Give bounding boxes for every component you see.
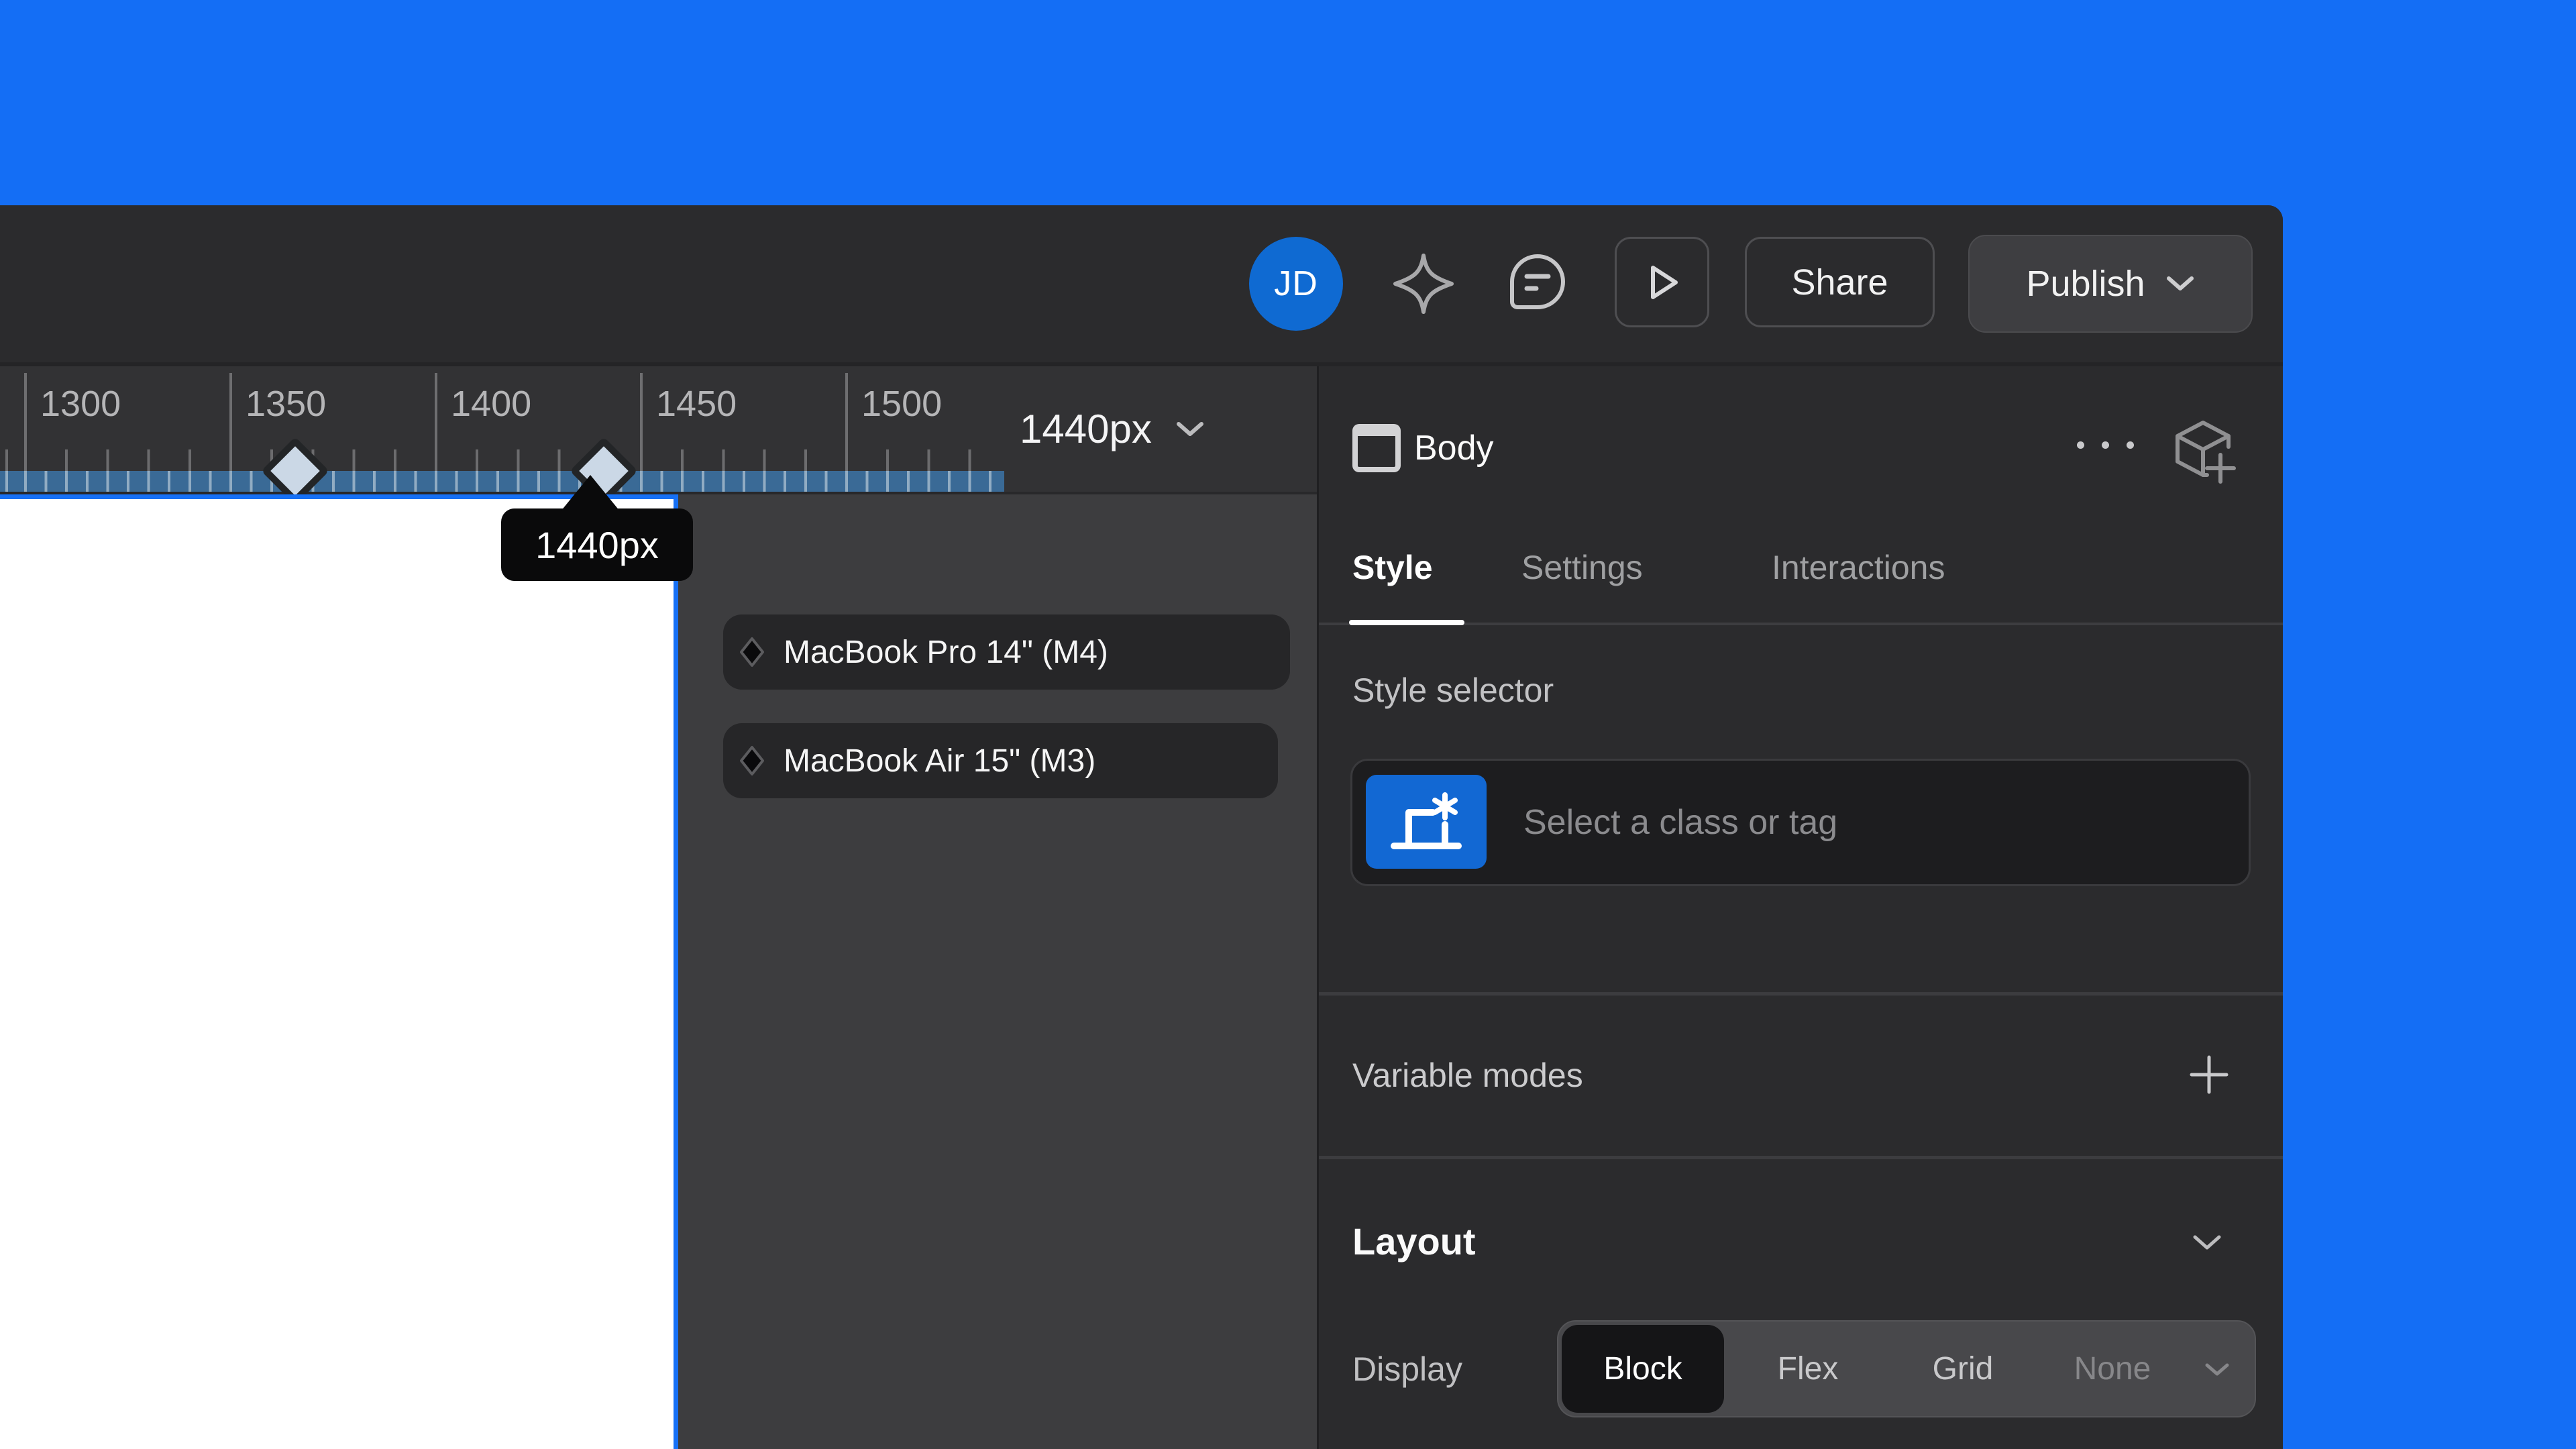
variable-modes-label: Variable modes	[1352, 1056, 1583, 1095]
more-options-icon[interactable]	[2077, 441, 2134, 449]
design-canvas[interactable]: 1440px MacBook Pro 14" (M4) MacBook Air …	[0, 494, 1317, 1449]
ruler-minor-ticks	[0, 449, 1004, 471]
selected-element-name: Body	[1414, 428, 1494, 468]
style-selector-placeholder: Select a class or tag	[1523, 761, 1837, 884]
display-option-block[interactable]: Block	[1603, 1322, 1682, 1416]
play-icon	[1629, 249, 1696, 316]
tooltip-text: 1440px	[535, 523, 659, 567]
tooltip-arrow	[561, 475, 620, 511]
display-segmented-control: Block Flex Grid None	[1557, 1320, 2256, 1417]
style-selector-input[interactable]: Select a class or tag	[1350, 759, 2251, 886]
display-option-flex[interactable]: Flex	[1778, 1322, 1839, 1416]
collapse-section-icon[interactable]	[2191, 1233, 2223, 1252]
ruler-tick	[24, 373, 27, 471]
element-selector-icon	[1386, 788, 1466, 855]
active-tab-underline	[1349, 620, 1464, 625]
display-property-label: Display	[1352, 1350, 1462, 1389]
ruler-tick	[435, 373, 437, 471]
preview-button[interactable]	[1615, 237, 1709, 327]
display-option-none[interactable]: None	[2074, 1322, 2151, 1416]
viewport-width-dropdown[interactable]: 1440px	[1020, 408, 1205, 451]
share-button[interactable]: Share	[1745, 237, 1935, 327]
create-component-icon[interactable]	[2169, 417, 2237, 487]
publish-label: Publish	[2026, 263, 2145, 305]
tab-interactions[interactable]: Interactions	[1772, 549, 1945, 586]
ruler-tick	[229, 373, 232, 471]
page-body-element[interactable]	[0, 494, 678, 1449]
topbar: JD Share Publish	[0, 205, 2283, 366]
display-option-grid[interactable]: Grid	[1933, 1322, 1994, 1416]
selector-type-icon[interactable]	[1366, 775, 1487, 869]
ai-sparkle-icon[interactable]	[1391, 252, 1456, 316]
chevron-down-icon	[2165, 275, 2195, 292]
ruler-tick	[845, 373, 848, 471]
avatar[interactable]: JD	[1249, 237, 1343, 331]
style-panel: Body Style Settings Interactions Style s…	[1317, 366, 2283, 1449]
publish-button[interactable]: Publish	[1968, 235, 2253, 333]
diamond-icon	[738, 636, 766, 668]
body-element-icon	[1352, 424, 1401, 472]
chevron-down-icon	[1175, 420, 1205, 439]
breakpoint-range-band	[0, 471, 1004, 492]
comments-icon[interactable]	[1507, 251, 1568, 313]
style-selector-label: Style selector	[1352, 671, 1554, 710]
section-divider	[1319, 992, 2283, 996]
width-tooltip: 1440px	[501, 508, 693, 581]
breakpoint-preset-macbook-pro[interactable]: MacBook Pro 14" (M4)	[723, 614, 1290, 690]
designer-window: JD Share Publish	[0, 205, 2283, 1449]
breakpoint-preset-label: MacBook Air 15" (M3)	[784, 743, 1095, 780]
section-divider	[1319, 1156, 2283, 1159]
diamond-icon	[738, 745, 766, 777]
breakpoint-preset-macbook-air[interactable]: MacBook Air 15" (M3)	[723, 723, 1278, 798]
tab-settings[interactable]: Settings	[1521, 549, 1643, 586]
ruler-mark-label: 1500	[861, 384, 942, 424]
viewport-width-value: 1440px	[1020, 408, 1152, 451]
desktop-background: JD Share Publish	[0, 0, 2576, 1449]
chevron-down-icon[interactable]	[2204, 1362, 2231, 1378]
breakpoint-ruler[interactable]: 1300 1350 1400 1450 1500 1440px	[0, 366, 1317, 494]
breakpoint-preset-label: MacBook Pro 14" (M4)	[784, 634, 1108, 671]
ruler-mark-label: 1400	[451, 384, 531, 424]
ruler-mark-label: 1300	[40, 384, 121, 424]
layout-section-title: Layout	[1352, 1220, 1476, 1263]
ruler-mark-label: 1450	[656, 384, 737, 424]
ruler-tick	[640, 373, 643, 471]
ruler-mark-label: 1350	[246, 384, 326, 424]
add-variable-mode-icon[interactable]	[2186, 1052, 2232, 1097]
tab-style[interactable]: Style	[1352, 549, 1433, 586]
